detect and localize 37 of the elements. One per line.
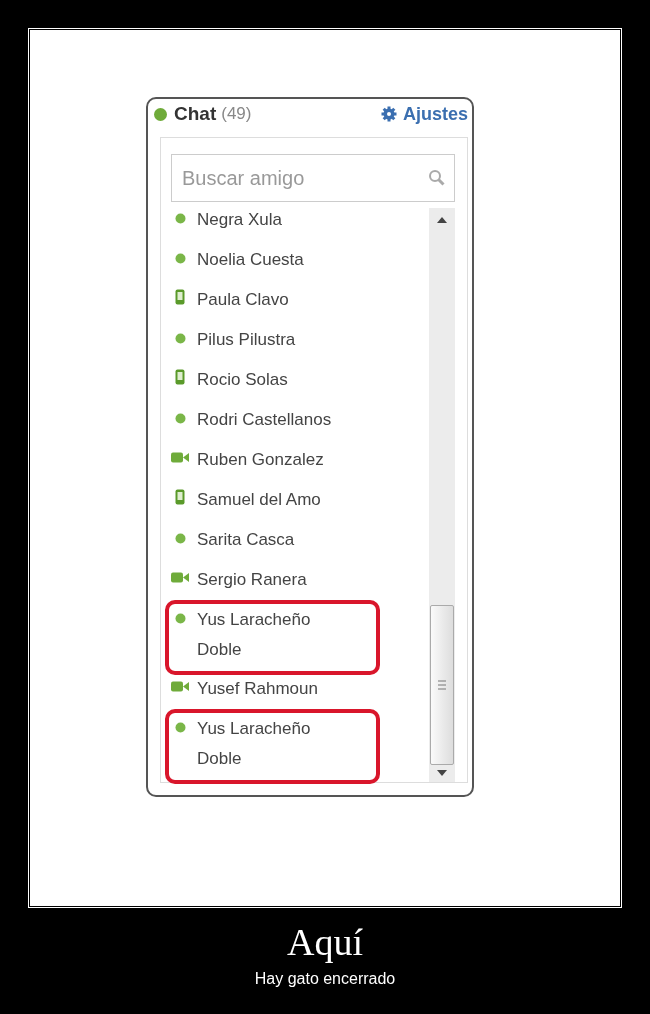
mobile-phone-icon	[175, 489, 185, 505]
video-camera-icon	[171, 681, 189, 692]
friend-count: (49)	[221, 104, 252, 124]
friend-item[interactable]: Sarita Casca	[165, 524, 380, 564]
online-status-icon	[174, 253, 186, 264]
friend-item[interactable]: Pilus Pilustra	[165, 324, 380, 364]
friend-item[interactable]: Samuel del Amo	[165, 484, 380, 524]
video-camera-icon	[171, 572, 189, 583]
chat-title: Chat	[174, 103, 217, 125]
scrollbar-thumb[interactable]	[430, 605, 454, 765]
online-status-icon	[174, 413, 186, 424]
friend-item[interactable]: Rodri Castellanos	[165, 404, 380, 444]
online-status-icon	[174, 533, 186, 544]
scrollbar[interactable]	[429, 208, 455, 782]
poster-subtitle: Hay gato encerrado	[254, 970, 396, 988]
search-icon	[428, 169, 445, 186]
friend-item[interactable]: Negra Xula	[165, 204, 380, 244]
gear-icon	[380, 106, 397, 122]
online-status-icon	[174, 333, 186, 344]
friend-item[interactable]: Rocio Solas	[165, 364, 380, 404]
scroll-down-icon[interactable]	[437, 770, 447, 776]
search-field[interactable]: Buscar amigo	[171, 154, 455, 202]
mobile-phone-icon	[175, 369, 185, 385]
scroll-up-icon[interactable]	[437, 217, 447, 223]
online-status-icon	[174, 213, 186, 224]
mobile-phone-icon	[175, 289, 185, 305]
poster-title: Aquí	[287, 920, 363, 964]
online-status-icon	[174, 722, 186, 733]
friend-item[interactable]: Yus Laracheño Doble	[165, 600, 380, 675]
online-status-icon	[174, 613, 186, 624]
friend-item[interactable]: Yus Laracheño Doble	[165, 709, 380, 784]
online-status-icon	[154, 107, 167, 121]
friend-item[interactable]: Paula Clavo	[165, 284, 380, 324]
video-camera-icon	[171, 452, 189, 463]
friend-item[interactable]: Noelia Cuesta	[165, 244, 380, 284]
friend-item[interactable]: Ruben Gonzalez	[165, 444, 380, 484]
settings-link[interactable]: Ajustes	[380, 103, 468, 125]
